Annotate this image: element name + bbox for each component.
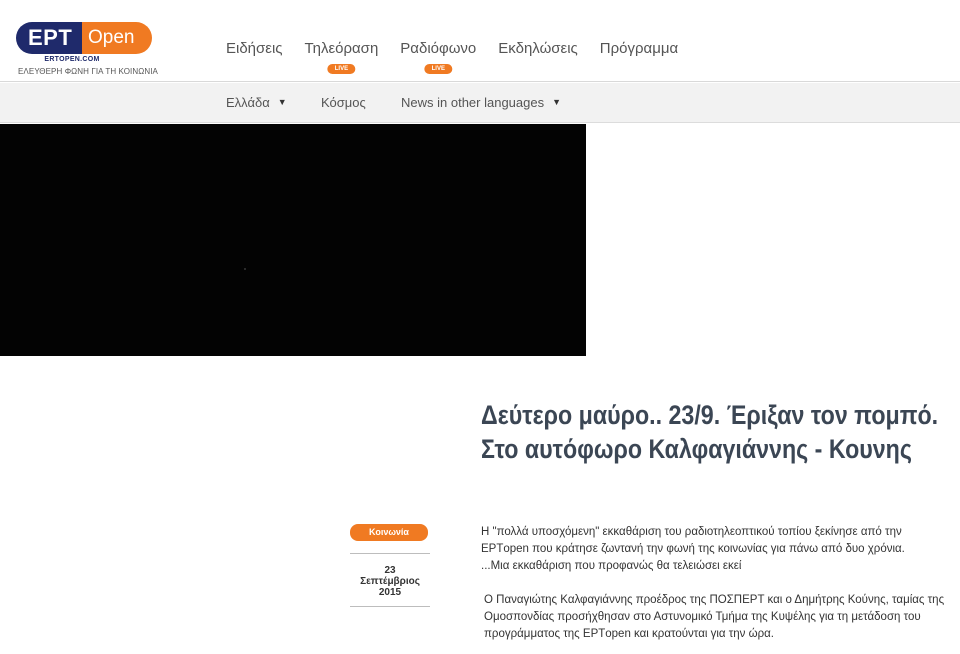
article-body: Η "πολλά υποσχόμενη" εκκαθάριση του ραδι… <box>481 524 951 643</box>
logo-slogan: ΕΛΕΥΘΕΡΗ ΦΩΝΗ ΓΙΑ ΤΗ ΚΟΙΝΩΝΙΑ <box>18 67 158 76</box>
date-year: 2015 <box>378 587 402 598</box>
subnav-item-label: Ελλάδα <box>226 95 270 110</box>
nav-item-label: Τηλεόραση <box>304 40 379 57</box>
site-header: EPT Open ERTOPEN.COM ΕΛΕΥΘΕΡΗ ΦΩΝΗ ΓΙΑ Τ… <box>0 0 960 82</box>
subnav-item-world[interactable]: Κόσμος <box>321 95 366 110</box>
logo-open-text: Open <box>82 22 152 54</box>
nav-item-events[interactable]: Εκδηλώσεις <box>498 40 578 70</box>
logo-domain: ERTOPEN.COM <box>44 56 100 63</box>
video-player[interactable] <box>0 124 586 356</box>
nav-item-label: Πρόγραμμα <box>599 40 679 57</box>
article-paragraph: Η "πολλά υποσχόμενη" εκκαθάριση του ραδι… <box>481 526 905 555</box>
nav-item-radio[interactable]: Ραδιόφωνο LIVE <box>400 40 477 74</box>
nav-item-schedule[interactable]: Πρόγραμμα <box>600 40 678 70</box>
subnav-item-label: Κόσμος <box>321 95 366 110</box>
date-day: 23 <box>384 565 396 576</box>
nav-item-label: Ειδήσεις <box>226 40 283 57</box>
nav-item-label: Ραδιόφωνο <box>400 40 477 57</box>
video-frame-artifact <box>244 268 246 270</box>
category-badge[interactable]: Κοινωνία <box>350 524 428 541</box>
article-title: Δεύτερο μαύρο.. 23/9. Έριξαν τον πομπό. … <box>481 400 939 464</box>
nav-item-news[interactable]: Ειδήσεις <box>226 40 283 70</box>
article-meta: Κοινωνία 23 Σεπτέμβριος 2015 <box>350 524 430 607</box>
live-badge[interactable]: LIVE <box>424 64 452 74</box>
main-nav: Ειδήσεις Τηλεόραση LIVE Ραδιόφωνο LIVE Ε… <box>226 40 700 74</box>
nav-item-tv[interactable]: Τηλεόραση LIVE <box>304 40 379 74</box>
divider <box>350 553 430 554</box>
nav-item-label: Εκδηλώσεις <box>498 40 578 57</box>
date-month: Σεπτέμβριος <box>360 576 420 587</box>
logo-pill: EPT Open <box>16 22 152 54</box>
caret-down-icon: ▼ <box>277 97 287 107</box>
logo-ert-text: EPT <box>16 22 82 54</box>
subnav-item-other-languages[interactable]: News in other languages ▼ <box>401 95 561 110</box>
article-date: 23 Σεπτέμβριος 2015 <box>350 565 430 598</box>
article-paragraph: ...Μια εκκαθάριση που προφανώς θα τελειώ… <box>481 560 742 572</box>
sub-nav: Ελλάδα ▼ Κόσμος News in other languages ▼ <box>0 83 960 123</box>
subnav-item-label: News in other languages <box>401 95 545 110</box>
caret-down-icon: ▼ <box>552 97 562 107</box>
divider <box>350 606 430 607</box>
subnav-item-greece[interactable]: Ελλάδα ▼ <box>226 95 287 110</box>
site-logo[interactable]: EPT Open ERTOPEN.COM ΕΛΕΥΘΕΡΗ ΦΩΝΗ ΓΙΑ Τ… <box>16 22 158 78</box>
article-paragraph: Ο Παναγιώτης Καλφαγιάννης προέδρος της Π… <box>484 594 945 640</box>
live-badge[interactable]: LIVE <box>327 64 356 74</box>
